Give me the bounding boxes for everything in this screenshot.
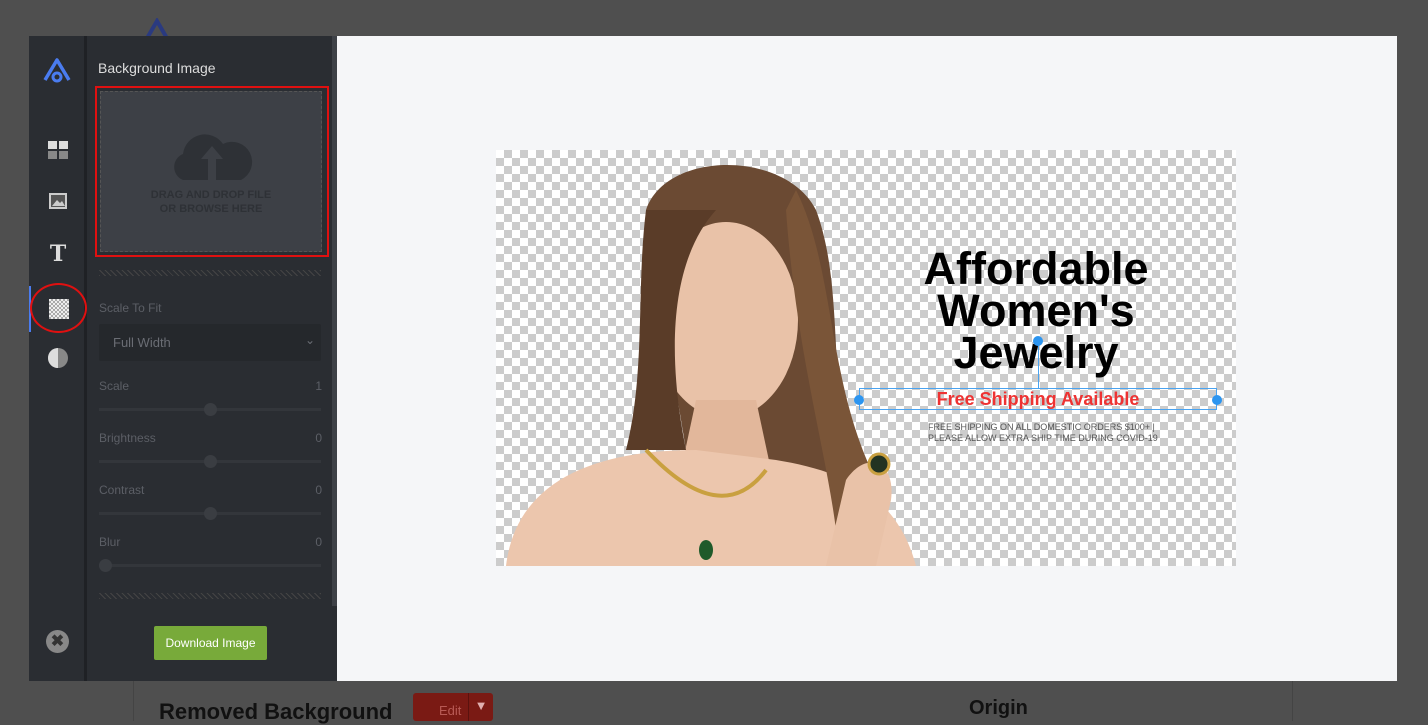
scale-to-fit-select[interactable]: Full Width ⌄: [99, 324, 321, 361]
scale-slider[interactable]: [99, 403, 321, 416]
slider-value: 1: [315, 379, 322, 393]
edit-label: Edit: [439, 703, 462, 718]
banner-canvas[interactable]: Affordable Women's Jewelry Free Shipping…: [496, 150, 1236, 566]
resize-handle-right[interactable]: [1212, 395, 1222, 405]
fine-print-line: PLEASE ALLOW EXTRA SHIP TIME DURING COVI…: [928, 433, 1158, 443]
rotate-handle[interactable]: [1033, 336, 1043, 346]
close-icon[interactable]: ✖: [46, 630, 69, 653]
background-settings-panel: Background Image DRAG AND DROP FILE OR BR…: [87, 36, 337, 681]
slider-thumb[interactable]: [99, 559, 112, 572]
panel-title: Background Image: [98, 60, 216, 76]
image-tool-button[interactable]: [29, 181, 87, 221]
contrast-slider[interactable]: [99, 507, 321, 520]
layout-grid-icon: [48, 141, 68, 159]
removed-background-title: Removed Background: [159, 699, 393, 724]
contrast-icon: [48, 348, 68, 368]
image-editor-modal: T ✖ Background Image DRAG AND DROP FILE O…: [29, 36, 1397, 681]
tool-rail: T ✖: [29, 36, 87, 681]
headline-line: Affordable: [923, 243, 1149, 294]
slider-label: Contrast: [99, 483, 145, 497]
slider-thumb[interactable]: [203, 403, 217, 416]
rotate-handle-stem: [1038, 342, 1039, 388]
slider-value: 0: [315, 535, 322, 549]
highlight-box: [95, 86, 329, 257]
slider-label: Blur: [99, 535, 121, 549]
divider: [99, 270, 321, 276]
resize-handle-left[interactable]: [854, 395, 864, 405]
slider-label: Brightness: [99, 431, 156, 445]
subheadline-text-selected[interactable]: Free Shipping Available: [859, 388, 1217, 410]
canvas-stage: Affordable Women's Jewelry Free Shipping…: [337, 36, 1397, 681]
blur-slider[interactable]: [99, 559, 321, 572]
slider-value: 0: [315, 431, 322, 445]
scale-to-fit-label: Scale To Fit: [99, 301, 162, 315]
divider: [99, 593, 321, 599]
filter-tool-button[interactable]: [29, 338, 87, 378]
slider-value: 0: [315, 483, 322, 497]
chevron-down-icon: ⌄: [304, 333, 315, 347]
headline[interactable]: Affordable Women's Jewelry: [876, 243, 1196, 375]
fine-print-line: FREE SHIPPING ON ALL DOMESTIC ORDERS $10…: [928, 422, 1155, 432]
image-icon: [49, 193, 67, 209]
fine-print[interactable]: FREE SHIPPING ON ALL DOMESTIC ORDERS $10…: [928, 422, 1158, 444]
slider-thumb[interactable]: [203, 455, 217, 468]
slider-label: Scale: [99, 379, 130, 393]
text-tool-button[interactable]: T: [29, 234, 87, 274]
download-image-button[interactable]: Download Image: [154, 626, 267, 660]
layout-tool-button[interactable]: [29, 130, 87, 170]
brightness-slider[interactable]: [99, 455, 321, 468]
app-logo-icon: [43, 58, 71, 83]
slider-thumb[interactable]: [203, 507, 217, 520]
highlight-circle: [30, 283, 87, 333]
headline-line: Women's: [937, 285, 1135, 336]
model-photo: [506, 165, 916, 566]
text-icon: T: [49, 241, 67, 267]
scale-to-fit-value: Full Width: [113, 335, 171, 350]
